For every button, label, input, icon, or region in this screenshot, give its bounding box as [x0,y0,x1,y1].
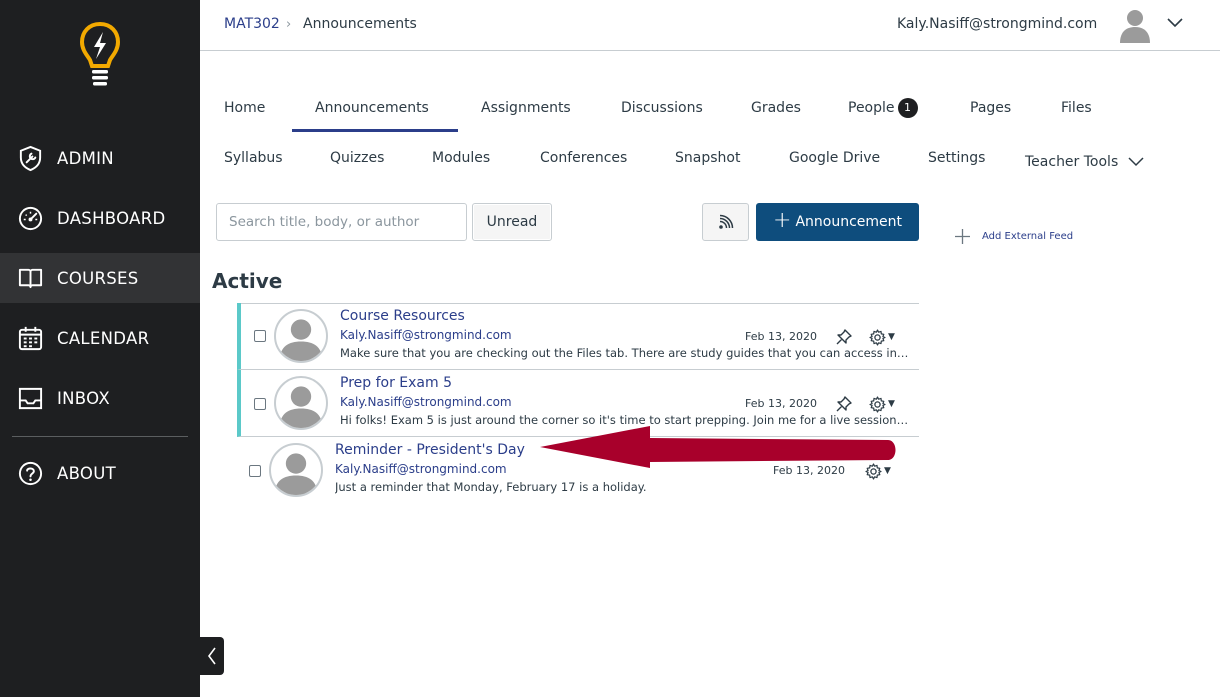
nav-item-inbox[interactable]: INBOX [0,373,200,423]
announcement-snippet: Make sure that you are checking out the … [340,346,910,360]
tab-modules[interactable]: Modules [432,150,490,166]
lightbulb-logo-icon [79,21,121,86]
question-icon [18,461,43,485]
nav-item-label: CALENDAR [57,328,150,348]
nav-divider [12,436,188,437]
tab-snapshot[interactable]: Snapshot [675,150,740,166]
plus-icon: + [773,208,792,233]
book-icon [18,268,43,288]
search-input[interactable] [216,203,467,241]
select-checkbox[interactable] [249,465,261,477]
caret-down-icon: ▼ [888,399,895,409]
gear-icon [869,328,886,346]
select-checkbox[interactable] [254,398,266,410]
tab-people[interactable]: People 1 [848,98,918,118]
nav-item-admin[interactable]: ADMIN [0,133,200,183]
inbox-icon [18,387,43,409]
announcement-author[interactable]: Kaly.Nasiff@strongmind.com [335,462,507,476]
chevron-left-icon [208,647,216,665]
unread-filter-button[interactable]: Unread [472,203,552,241]
author-avatar-icon [274,309,328,363]
nav-item-about[interactable]: ABOUT [0,448,200,498]
active-tab-indicator [292,129,458,132]
announcement-date: Feb 13, 2020 [773,464,845,477]
section-title-active: Active [212,269,283,293]
announcement-snippet: Just a reminder that Monday, February 17… [335,480,647,494]
announcement-row[interactable]: Reminder - President's Day Kaly.Nasiff@s… [237,437,919,504]
user-email[interactable]: Kaly.Nasiff@strongmind.com [897,16,1097,32]
calendar-icon [18,326,43,350]
people-count-badge: 1 [897,98,918,118]
breadcrumb-separator-icon: › [286,17,292,32]
tab-pages[interactable]: Pages [970,100,1011,116]
gear-icon [869,395,886,413]
tab-settings[interactable]: Settings [928,150,985,166]
nav-item-courses[interactable]: COURSES [0,253,200,303]
nav-item-label: COURSES [57,268,139,288]
shield-wrench-icon [19,145,42,171]
author-avatar-icon [274,376,328,430]
rss-feed-button[interactable] [702,203,749,241]
pin-icon[interactable] [835,395,853,413]
settings-menu-button[interactable]: ▼ [865,462,897,480]
announcement-row[interactable]: Course Resources Kaly.Nasiff@strongmind.… [237,303,919,370]
collapse-sidebar-button[interactable] [200,637,224,675]
add-external-feed-label: Add External Feed [982,231,1074,242]
announcement-author[interactable]: Kaly.Nasiff@strongmind.com [340,328,512,342]
announcement-title[interactable]: Prep for Exam 5 [340,375,452,391]
select-checkbox[interactable] [254,330,266,342]
tab-assignments[interactable]: Assignments [481,100,571,116]
tab-syllabus[interactable]: Syllabus [224,150,283,166]
announcement-title[interactable]: Course Resources [340,308,465,324]
breadcrumb-current: Announcements [303,16,417,32]
tab-conferences[interactable]: Conferences [540,150,627,166]
caret-down-icon: ▼ [884,466,891,476]
add-announcement-label: Announcement [795,214,902,230]
gauge-icon [18,206,43,230]
caret-down-icon: ▼ [888,332,895,342]
user-avatar-icon[interactable] [1118,7,1152,43]
announcement-snippet: Hi folks! Exam 5 is just around the corn… [340,413,910,427]
tab-people-label: People [848,100,895,116]
settings-menu-button[interactable]: ▼ [869,395,901,413]
announcement-date: Feb 13, 2020 [745,397,817,410]
chevron-down-icon [1128,157,1144,167]
tab-quizzes[interactable]: Quizzes [330,150,384,166]
rss-icon [718,214,733,229]
tab-teacher-tools[interactable]: Teacher Tools [1025,154,1144,170]
tab-discussions[interactable]: Discussions [621,100,703,116]
settings-menu-button[interactable]: ▼ [869,328,901,346]
tab-google-drive[interactable]: Google Drive [789,150,880,166]
nav-item-dashboard[interactable]: DASHBOARD [0,193,200,243]
author-avatar-icon [269,443,323,497]
tab-files[interactable]: Files [1061,100,1092,116]
top-bar: MAT302 › Announcements Kaly.Nasiff@stron… [200,0,1220,51]
tab-home[interactable]: Home [224,100,265,116]
announcement-title[interactable]: Reminder - President's Day [335,442,525,458]
tab-teacher-tools-label: Teacher Tools [1025,154,1119,170]
announcement-row[interactable]: Prep for Exam 5 Kaly.Nasiff@strongmind.c… [237,370,919,437]
gear-icon [865,462,882,480]
global-nav-sidebar: ADMIN DASHBOARD COURSES CALENDAR INBOX A… [0,0,200,697]
breadcrumb-course-link[interactable]: MAT302 [224,16,280,32]
announcement-date: Feb 13, 2020 [745,330,817,343]
add-announcement-button[interactable]: + Announcement [756,203,919,241]
pin-icon[interactable] [835,328,853,346]
nav-item-calendar[interactable]: CALENDAR [0,313,200,363]
nav-item-label: DASHBOARD [57,208,166,228]
plus-icon [955,229,970,244]
nav-item-label: ABOUT [57,463,116,483]
tab-announcements[interactable]: Announcements [315,100,429,116]
add-external-feed-link[interactable]: Add External Feed [954,228,1073,245]
announcement-author[interactable]: Kaly.Nasiff@strongmind.com [340,395,512,409]
tab-grades[interactable]: Grades [751,100,801,116]
chevron-down-icon[interactable] [1166,14,1184,32]
nav-item-label: ADMIN [57,148,114,168]
nav-item-label: INBOX [57,388,110,408]
